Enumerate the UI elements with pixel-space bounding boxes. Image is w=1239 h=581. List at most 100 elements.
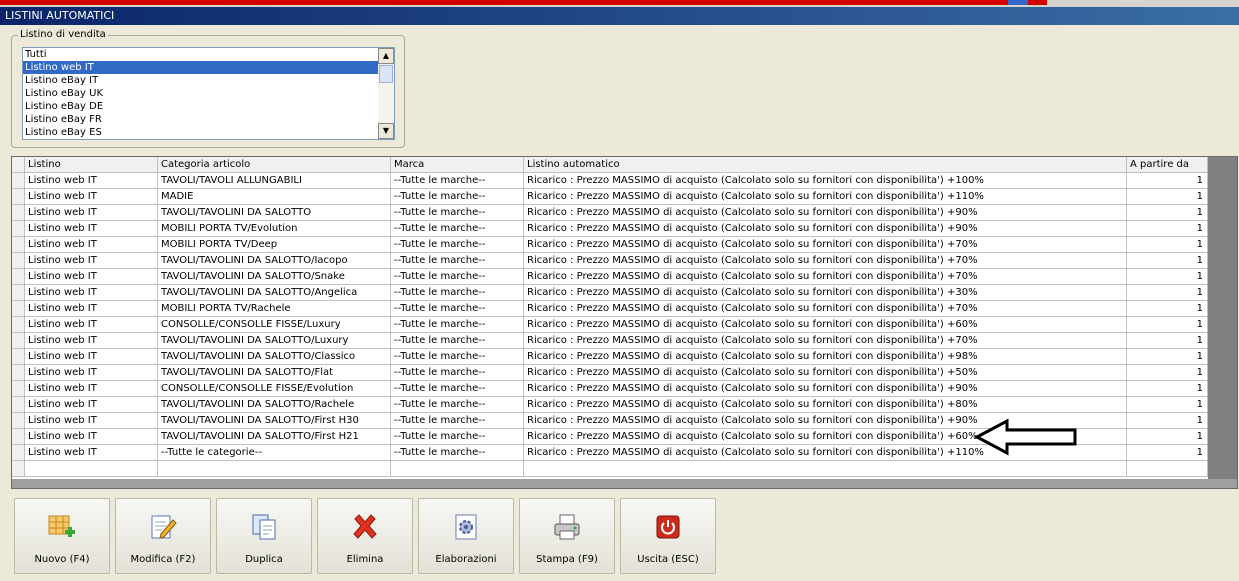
row-indicator[interactable] [12, 173, 25, 189]
listino-option[interactable]: Listino eBay IT [23, 74, 394, 87]
table-row[interactable]: Listino web IT MOBILI PORTA TV/Evolution -… [12, 221, 1208, 237]
table-cell: --Tutte le marche-- [391, 301, 524, 317]
row-indicator[interactable] [12, 189, 25, 205]
row-indicator[interactable] [12, 461, 25, 477]
table-cell: 1 [1127, 189, 1208, 205]
bottom-toolbar: Nuovo (F4) Modifica (F2) Duplica Elimina Ela… [0, 489, 1239, 581]
row-indicator[interactable] [12, 445, 25, 461]
scroll-up-icon[interactable]: ▲ [378, 48, 394, 64]
row-indicator[interactable] [12, 285, 25, 301]
table-cell: --Tutte le marche-- [391, 285, 524, 301]
column-header[interactable]: Listino automatico [524, 157, 1127, 173]
row-indicator[interactable] [12, 349, 25, 365]
table-row[interactable]: Listino web IT CONSOLLE/CONSOLLE FISSE/Lu… [12, 317, 1208, 333]
table-cell: MOBILI PORTA TV/Rachele [158, 301, 391, 317]
table-row[interactable]: Listino web IT TAVOLI/TAVOLINI DA SALOTTO… [12, 269, 1208, 285]
table-row[interactable]: Listino web IT TAVOLI/TAVOLINI DA SALOTTO… [12, 285, 1208, 301]
table-cell: TAVOLI/TAVOLINI DA SALOTTO/First H30 [158, 413, 391, 429]
table-cell: --Tutte le marche-- [391, 221, 524, 237]
row-indicator[interactable] [12, 253, 25, 269]
header-indicator [12, 157, 25, 173]
listino-option[interactable]: Tutti [23, 48, 394, 61]
table-row[interactable]: Listino web IT TAVOLI/TAVOLINI DA SALOTTO… [12, 253, 1208, 269]
row-indicator[interactable] [12, 397, 25, 413]
listino-option[interactable]: Listino eBay ES [23, 126, 394, 139]
listino-listbox[interactable]: Tutti Listino web IT Listino eBay IT Listin… [22, 47, 395, 140]
table-cell: TAVOLI/TAVOLINI DA SALOTTO [158, 205, 391, 221]
table-row[interactable]: Listino web IT TAVOLI/TAVOLINI DA SALOTTO… [12, 365, 1208, 381]
uscita-button[interactable]: Uscita (ESC) [620, 498, 716, 574]
row-indicator[interactable] [12, 317, 25, 333]
elaborazioni-button[interactable]: Elaborazioni [418, 498, 514, 574]
row-indicator[interactable] [12, 381, 25, 397]
column-header[interactable]: A partire da [1127, 157, 1208, 173]
modifica-button[interactable]: Modifica (F2) [115, 498, 211, 574]
elimina-button[interactable]: Elimina [317, 498, 413, 574]
column-header[interactable]: Marca [391, 157, 524, 173]
column-header[interactable]: Listino [25, 157, 158, 173]
table-cell: 1 [1127, 253, 1208, 269]
table-header: Listino Categoria articolo Marca Listino au… [12, 157, 1208, 173]
table-row[interactable]: Listino web IT MOBILI PORTA TV/Deep --Tutt… [12, 237, 1208, 253]
table-cell: TAVOLI/TAVOLI ALLUNGABILI [158, 173, 391, 189]
table-row[interactable]: Listino web IT TAVOLI/TAVOLI ALLUNGABILI -… [12, 173, 1208, 189]
table-cell: 1 [1127, 333, 1208, 349]
table-cell: TAVOLI/TAVOLINI DA SALOTTO/First H21 [158, 429, 391, 445]
new-grid-icon [46, 511, 78, 543]
button-label: Modifica (F2) [130, 554, 196, 565]
empty-cell[interactable] [25, 461, 158, 477]
row-indicator[interactable] [12, 237, 25, 253]
empty-cell[interactable] [391, 461, 524, 477]
empty-cell[interactable] [524, 461, 1127, 477]
table-cell: Ricarico : Prezzo MASSIMO di acquisto (C… [524, 205, 1127, 221]
table-cell: Listino web IT [25, 349, 158, 365]
listino-option[interactable]: Listino eBay FR [23, 113, 394, 126]
window-title: LISTINI AUTOMATICI [0, 7, 1239, 25]
exit-power-icon [652, 511, 684, 543]
table-row[interactable]: Listino web IT MOBILI PORTA TV/Rachele --T… [12, 301, 1208, 317]
row-indicator[interactable] [12, 221, 25, 237]
column-header[interactable]: Categoria articolo [158, 157, 391, 173]
table-cell: Listino web IT [25, 445, 158, 461]
scroll-thumb[interactable] [379, 65, 393, 83]
new-record-row[interactable] [12, 461, 1208, 477]
table-cell: 1 [1127, 173, 1208, 189]
listino-option[interactable]: Listino web IT [23, 61, 379, 74]
table-row[interactable]: Listino web IT CONSOLLE/CONSOLLE FISSE/Ev… [12, 381, 1208, 397]
row-indicator[interactable] [12, 333, 25, 349]
table-row[interactable]: Listino web IT TAVOLI/TAVOLINI DA SALOTTO… [12, 205, 1208, 221]
table-cell: 1 [1127, 237, 1208, 253]
table-cell: 1 [1127, 221, 1208, 237]
row-indicator[interactable] [12, 269, 25, 285]
row-indicator[interactable] [12, 429, 25, 445]
listino-option[interactable]: Listino eBay UK [23, 87, 394, 100]
row-indicator[interactable] [12, 365, 25, 381]
table-cell: --Tutte le marche-- [391, 237, 524, 253]
row-indicator[interactable] [12, 413, 25, 429]
table-row[interactable]: Listino web IT TAVOLI/TAVOLINI DA SALOTTO… [12, 349, 1208, 365]
table-cell: TAVOLI/TAVOLINI DA SALOTTO/Snake [158, 269, 391, 285]
table-row[interactable]: Listino web IT MADIE --Tutte le marche-- Ri… [12, 189, 1208, 205]
table-cell: 1 [1127, 365, 1208, 381]
process-gear-icon [450, 511, 482, 543]
empty-cell[interactable] [1127, 461, 1208, 477]
table-cell: 1 [1127, 349, 1208, 365]
button-label: Duplica [245, 554, 283, 565]
row-indicator[interactable] [12, 205, 25, 221]
empty-cell[interactable] [158, 461, 391, 477]
listino-option[interactable]: Listino eBay DE [23, 100, 394, 113]
duplica-button[interactable]: Duplica [216, 498, 312, 574]
nuovo-button[interactable]: Nuovo (F4) [14, 498, 110, 574]
row-indicator[interactable] [12, 301, 25, 317]
table-cell: Ricarico : Prezzo MASSIMO di acquisto (C… [524, 301, 1127, 317]
stampa-button[interactable]: Stampa (F9) [519, 498, 615, 574]
table-cell: 1 [1127, 285, 1208, 301]
table-row[interactable]: Listino web IT TAVOLI/TAVOLINI DA SALOTTO… [12, 397, 1208, 413]
listbox-scrollbar[interactable]: ▲ ▼ [378, 48, 394, 139]
left-arrow-icon [975, 418, 1077, 456]
table-row[interactable]: Listino web IT TAVOLI/TAVOLINI DA SALOTTO… [12, 333, 1208, 349]
duplicate-icon [248, 511, 280, 543]
scroll-down-icon[interactable]: ▼ [378, 123, 394, 139]
table-cell: --Tutte le marche-- [391, 189, 524, 205]
table-cell: 1 [1127, 397, 1208, 413]
